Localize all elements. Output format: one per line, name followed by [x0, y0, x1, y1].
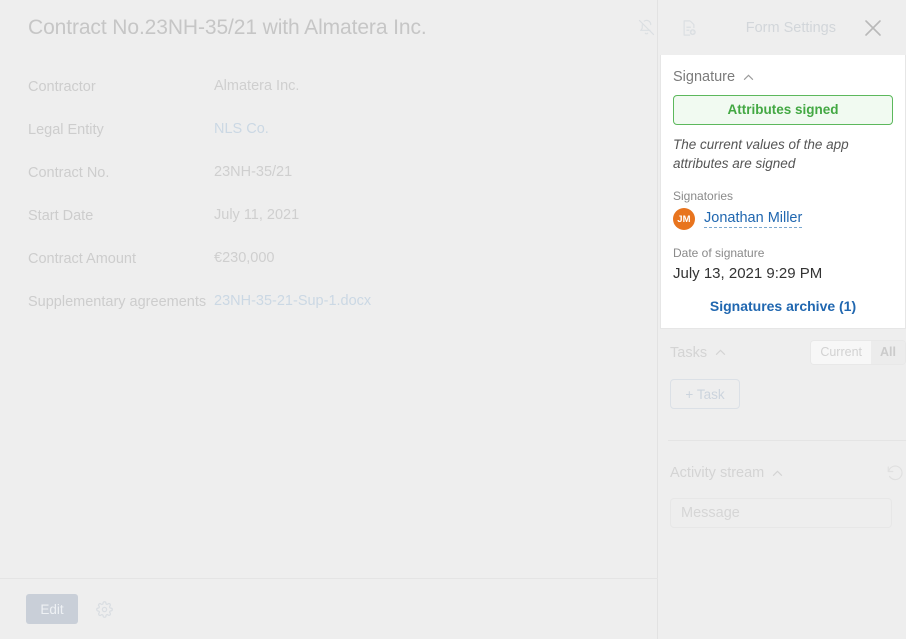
sidebar-divider [668, 440, 906, 441]
form-settings-link[interactable]: Form Settings [746, 20, 836, 36]
date-of-signature-value: July 13, 2021 9:29 PM [673, 265, 823, 282]
avatar: JM [673, 208, 695, 230]
field-label: Legal Entity [28, 122, 104, 138]
signatory-row: JM Jonathan Miller [673, 208, 893, 230]
field-value: Almatera Inc. [214, 78, 300, 94]
activity-stream-section: Activity stream [670, 462, 906, 528]
window-header: Contract No.23NH-35/21 with Almatera Inc… [0, 0, 906, 55]
gear-icon[interactable] [92, 597, 116, 621]
field-row-contractor: Contractor Almatera Inc. [28, 76, 618, 98]
tasks-filter-toggle: Current All [810, 340, 906, 365]
tasks-section-title: Tasks [670, 344, 708, 361]
tasks-filter-all[interactable]: All [871, 341, 905, 364]
tasks-filter-current[interactable]: Current [811, 341, 872, 364]
add-task-button[interactable]: + Task [670, 379, 740, 409]
field-label: Contract No. [28, 165, 110, 181]
chevron-up-icon[interactable] [772, 470, 783, 477]
activity-stream-title: Activity stream [670, 465, 765, 481]
field-row-contract-amount: Contract Amount €230,000 [28, 248, 618, 270]
field-label: Contract Amount [28, 251, 136, 267]
footer-actions: Edit [0, 578, 658, 639]
field-row-start-date: Start Date July 11, 2021 [28, 205, 618, 227]
field-label: Start Date [28, 208, 94, 224]
field-row-legal-entity: Legal Entity NLS Co. [28, 119, 618, 141]
history-refresh-icon[interactable] [884, 462, 906, 484]
field-value-link[interactable]: NLS Co. [214, 119, 269, 140]
document-settings-icon[interactable] [676, 15, 702, 41]
field-value: €230,000 [214, 250, 275, 266]
signatories-label: Signatories [673, 189, 734, 203]
field-row-supplementary-agreements: Supplementary agreements 23NH-35-21-Sup-… [28, 291, 618, 313]
signatory-name-link[interactable]: Jonathan Miller [704, 210, 803, 228]
signature-description: The current values of the app attributes… [673, 137, 849, 171]
activity-stream-header: Activity stream [670, 462, 906, 484]
message-input[interactable] [670, 498, 892, 528]
field-row-contract-no: Contract No. 23NH-35/21 [28, 162, 618, 184]
contract-field-list: Contractor Almatera Inc. Legal Entity NL… [28, 76, 618, 334]
signatures-archive-link[interactable]: Signatures archive (1) [673, 298, 893, 314]
tasks-section-header: Tasks Current All [670, 340, 906, 365]
field-label: Supplementary agreements [28, 294, 207, 310]
field-value: July 11, 2021 [214, 207, 300, 223]
signature-panel: Signature Attributes signed The current … [660, 55, 906, 329]
right-sidebar: Signature Attributes signed The current … [658, 0, 906, 639]
date-of-signature-label: Date of signature [673, 246, 765, 260]
page-title: Contract No.23NH-35/21 with Almatera Inc… [28, 15, 427, 39]
field-value-link[interactable]: 23NH-35-21-Sup-1.docx [214, 291, 371, 312]
contract-detail-screen: Contractor Almatera Inc. Legal Entity NL… [0, 0, 906, 639]
tasks-section: Tasks Current All + Task [670, 340, 906, 409]
bell-off-icon[interactable] [634, 15, 660, 41]
chevron-up-icon[interactable] [743, 74, 754, 81]
field-label: Contractor [28, 79, 96, 95]
field-value: 23NH-35/21 [214, 164, 293, 180]
edit-button[interactable]: Edit [26, 594, 78, 624]
main-content-column: Contractor Almatera Inc. Legal Entity NL… [0, 0, 658, 639]
close-icon[interactable] [858, 13, 888, 43]
signature-section-header[interactable]: Signature [673, 69, 893, 85]
signature-section-title: Signature [673, 69, 736, 85]
attributes-signed-badge[interactable]: Attributes signed [673, 95, 893, 125]
chevron-up-icon[interactable] [715, 349, 726, 356]
